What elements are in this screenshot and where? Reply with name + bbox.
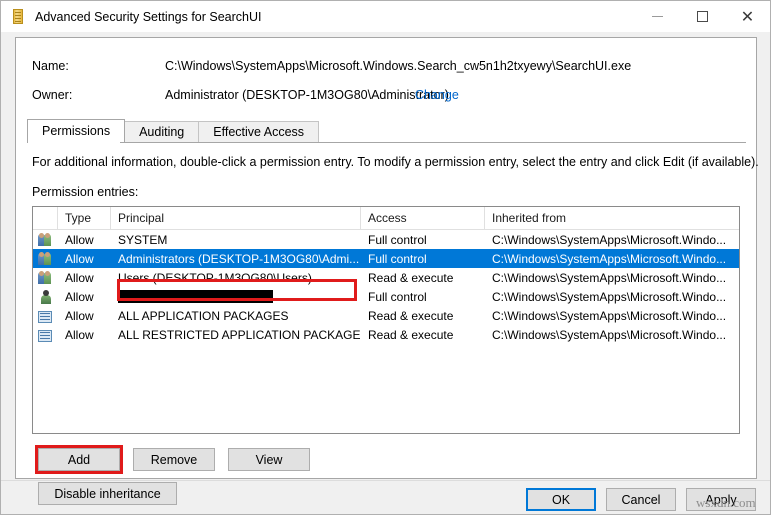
cell-type: Allow xyxy=(58,309,111,323)
table-row[interactable]: Allow Full controlC:\Windows\SystemApps\M… xyxy=(33,287,739,306)
content-panel: Name: C:\Windows\SystemApps\Microsoft.Wi… xyxy=(15,37,757,479)
group-icon xyxy=(38,251,54,266)
table-row[interactable]: Allow ALL RESTRICTED APPLICATION PACKAGES… xyxy=(33,325,739,344)
tab-permissions[interactable]: Permissions xyxy=(27,119,125,142)
cell-icon xyxy=(33,289,58,304)
disable-inheritance-button[interactable]: Disable inheritance xyxy=(38,482,177,505)
change-owner-link[interactable]: Change xyxy=(415,88,459,102)
maximize-button[interactable] xyxy=(680,1,725,32)
app-package-icon xyxy=(38,311,52,323)
table-row[interactable]: Allow SYSTEM Full controlC:\Windows\System… xyxy=(33,230,739,249)
redacted-principal xyxy=(118,290,273,303)
name-label: Name: xyxy=(32,59,69,73)
cell-access: Read & execute xyxy=(361,309,485,323)
cell-principal-wrap: Users (DESKTOP-1M3OG80\Users) xyxy=(111,271,361,285)
cell-principal: SYSTEM xyxy=(118,233,167,247)
cell-access: Read & execute xyxy=(361,328,485,342)
cell-principal-wrap: SYSTEM xyxy=(111,233,361,247)
tab-auditing-label: Auditing xyxy=(139,125,184,139)
cell-access: Full control xyxy=(361,233,485,247)
cell-type: Allow xyxy=(58,328,111,342)
window-controls: ✕ xyxy=(635,1,770,32)
cell-type: Allow xyxy=(58,290,111,304)
close-icon[interactable]: ✕ xyxy=(725,1,770,32)
list-body: AllowSYSTEMFull controlC:\Windows\System… xyxy=(33,230,739,344)
apply-button[interactable]: Apply xyxy=(686,488,756,511)
permission-entries-label: Permission entries: xyxy=(32,185,138,199)
table-row[interactable]: Allow ALL APPLICATION PACKAGES Read & exec… xyxy=(33,306,739,325)
list-header: Type Principal Access Inherited from xyxy=(33,207,739,230)
cell-icon xyxy=(33,232,58,247)
column-header-access[interactable]: Access xyxy=(361,207,485,229)
cell-icon xyxy=(33,309,58,323)
info-text: For additional information, double-click… xyxy=(32,155,759,169)
cell-type: Allow xyxy=(58,252,111,266)
document-icon xyxy=(10,9,26,25)
name-value: C:\Windows\SystemApps\Microsoft.Windows.… xyxy=(165,59,631,73)
tab-auditing[interactable]: Auditing xyxy=(124,121,199,142)
table-row[interactable]: Allow Users (DESKTOP-1M3OG80\Users) Read &… xyxy=(33,268,739,287)
cell-principal-wrap xyxy=(111,290,361,303)
tab-effective-access-label: Effective Access xyxy=(213,125,304,139)
cell-principal: ALL APPLICATION PACKAGES xyxy=(118,309,289,323)
title-bar: Advanced Security Settings for SearchUI … xyxy=(1,1,770,32)
cell-icon xyxy=(33,251,58,266)
app-package-icon xyxy=(38,330,52,342)
cell-inherited-from: C:\Windows\SystemApps\Microsoft.Windo... xyxy=(485,233,739,247)
tab-underline xyxy=(27,142,746,143)
advanced-security-settings-window: Advanced Security Settings for SearchUI … xyxy=(0,0,771,515)
cell-icon xyxy=(33,270,58,285)
cell-inherited-from: C:\Windows\SystemApps\Microsoft.Windo... xyxy=(485,309,739,323)
cell-access: Read & execute xyxy=(361,271,485,285)
group-icon xyxy=(38,232,54,247)
window-title: Advanced Security Settings for SearchUI xyxy=(35,10,262,24)
tab-effective-access[interactable]: Effective Access xyxy=(198,121,319,142)
cell-principal-wrap: ALL APPLICATION PACKAGES xyxy=(111,309,361,323)
cell-icon xyxy=(33,328,58,342)
remove-button[interactable]: Remove xyxy=(133,448,215,471)
footer-separator xyxy=(1,480,771,481)
ok-button[interactable]: OK xyxy=(526,488,596,511)
cell-access: Full control xyxy=(361,290,485,304)
column-header-principal[interactable]: Principal xyxy=(111,207,361,229)
cell-inherited-from: C:\Windows\SystemApps\Microsoft.Windo... xyxy=(485,252,739,266)
cell-principal: Administrators (DESKTOP-1M3OG80\Admi... xyxy=(118,252,359,266)
add-button[interactable]: Add xyxy=(38,448,120,471)
cell-inherited-from: C:\Windows\SystemApps\Microsoft.Windo... xyxy=(485,328,739,342)
owner-label: Owner: xyxy=(32,88,72,102)
column-header-icon[interactable] xyxy=(33,207,58,229)
minimize-button[interactable] xyxy=(635,1,680,32)
cell-type: Allow xyxy=(58,233,111,247)
cancel-button[interactable]: Cancel xyxy=(606,488,676,511)
cell-principal-wrap: ALL RESTRICTED APPLICATION PACKAGES xyxy=(111,328,361,342)
cell-inherited-from: C:\Windows\SystemApps\Microsoft.Windo... xyxy=(485,290,739,304)
cell-principal: ALL RESTRICTED APPLICATION PACKAGES xyxy=(118,328,361,342)
tab-underline-cover xyxy=(28,142,120,143)
group-icon xyxy=(38,270,54,285)
cell-access: Full control xyxy=(361,252,485,266)
table-row[interactable]: Allow Administrators (DESKTOP-1M3OG80\Adm… xyxy=(33,249,739,268)
permission-entries-list[interactable]: Type Principal Access Inherited from All… xyxy=(32,206,740,434)
view-button[interactable]: View xyxy=(228,448,310,471)
column-header-inherited-from[interactable]: Inherited from xyxy=(485,207,739,229)
cell-type: Allow xyxy=(58,271,111,285)
tab-permissions-label: Permissions xyxy=(42,124,110,138)
cell-principal: Users (DESKTOP-1M3OG80\Users) xyxy=(118,271,312,285)
cell-inherited-from: C:\Windows\SystemApps\Microsoft.Windo... xyxy=(485,271,739,285)
cell-principal-wrap: Administrators (DESKTOP-1M3OG80\Admi... xyxy=(111,252,361,266)
column-header-type[interactable]: Type xyxy=(58,207,111,229)
owner-value: Administrator (DESKTOP-1M3OG80\Administr… xyxy=(165,88,449,102)
tab-bar: Permissions Auditing Effective Access xyxy=(27,120,746,142)
user-icon xyxy=(38,289,54,304)
